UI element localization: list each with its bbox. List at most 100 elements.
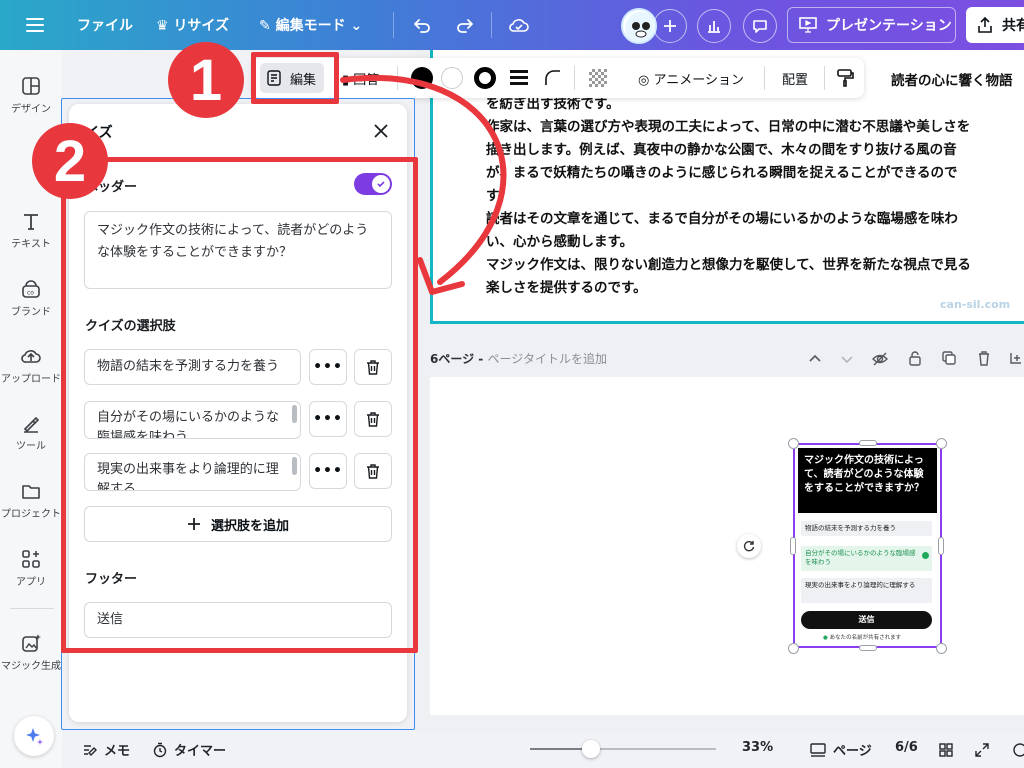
- magic-icon: [22, 634, 41, 652]
- sidebar-item-projects[interactable]: プロジェクト: [0, 480, 62, 520]
- watermark: can-sil.com: [940, 298, 1011, 311]
- resize-handle[interactable]: [790, 537, 796, 555]
- animation-button[interactable]: ◎ アニメーション: [638, 69, 744, 88]
- hide-page-icon[interactable]: [872, 351, 888, 367]
- chevron-down-icon[interactable]: [840, 352, 854, 366]
- crown-icon: ♛: [156, 18, 174, 34]
- step-1-highlight: [251, 52, 339, 104]
- quiz-preview[interactable]: マジック作文の技術によって、読者がどのような体験をすることができますか？ 物語の…: [793, 443, 942, 648]
- sidebar-item-tool[interactable]: ツール: [0, 412, 62, 452]
- resize-handle[interactable]: [936, 438, 947, 449]
- resize-handle[interactable]: [938, 537, 944, 555]
- add-page-icon[interactable]: [1008, 350, 1024, 366]
- share-button[interactable]: 共有: [966, 7, 1024, 43]
- resize-handle[interactable]: [788, 438, 799, 449]
- help-icon[interactable]: [1012, 742, 1024, 758]
- border-color-swatch[interactable]: [474, 67, 496, 89]
- page-5-text[interactable]: 読者の心に響く物語 を紡ぎ出す技術です。 作家は、言葉の選び方や表現の工夫によっ…: [486, 70, 1013, 300]
- cloud-saved-icon[interactable]: [506, 12, 532, 38]
- page-title-input[interactable]: ページタイトルを追加: [487, 352, 607, 366]
- sidebar-item-text[interactable]: テキスト: [0, 210, 62, 250]
- undo-icon[interactable]: [409, 12, 435, 38]
- color-black-swatch[interactable]: [411, 67, 433, 89]
- grid-view-icon[interactable]: [938, 742, 954, 758]
- pencil-icon: ✎: [259, 18, 276, 34]
- comment-icon: [753, 20, 767, 33]
- edit-mode-dropdown[interactable]: ✎ 編集モード ⌄: [259, 15, 362, 35]
- plus-icon: [664, 20, 676, 32]
- resize-handle[interactable]: [788, 643, 799, 654]
- quiz-preview-option[interactable]: 物語の結末を予測する力を養う: [801, 521, 932, 536]
- sidebar-item-apps[interactable]: アプリ: [0, 548, 62, 588]
- position-button[interactable]: 配置: [782, 69, 808, 88]
- sidebar-item-design[interactable]: デザイン: [0, 75, 62, 115]
- border-style-icon[interactable]: [510, 70, 528, 85]
- notes-button[interactable]: メモ: [82, 740, 130, 759]
- element-toolbar: 編集 ▮ 回答 ◎ アニメーション 配置: [252, 58, 864, 98]
- quiz-preview-submit[interactable]: 送信: [801, 611, 932, 629]
- folder-icon: [22, 485, 40, 499]
- add-collaborator-button[interactable]: [653, 9, 687, 43]
- step-2-badge: 2: [32, 123, 108, 199]
- timer-button[interactable]: タイマー: [152, 740, 226, 759]
- close-icon[interactable]: [372, 122, 390, 140]
- resize-handle[interactable]: [859, 645, 877, 651]
- top-toolbar: ファイル ♛ リサイズ ✎ 編集モード ⌄ プレゼンテーション 共有: [0, 0, 1024, 50]
- delete-page-icon[interactable]: [976, 350, 992, 366]
- quiz-preview-option-selected[interactable]: 自分がその場にいるかのような臨場感を味わう: [801, 546, 932, 571]
- present-icon: [799, 17, 817, 33]
- page-6-header: 6ページ - ページタイトルを追加: [430, 350, 1024, 372]
- avatar[interactable]: [621, 8, 657, 44]
- pages-icon: [810, 742, 826, 757]
- answer-icon: ▮: [342, 73, 354, 88]
- magic-assistant-button[interactable]: [14, 716, 54, 756]
- bar-chart-icon: [708, 21, 720, 33]
- resize-button[interactable]: ♛ リサイズ: [156, 15, 229, 35]
- fullscreen-icon[interactable]: [974, 742, 990, 758]
- apps-icon: [22, 550, 40, 568]
- check-icon: [922, 552, 929, 559]
- step-1-badge: 1: [168, 42, 244, 118]
- notes-icon: [84, 744, 97, 756]
- zoom-level[interactable]: 33%: [742, 740, 773, 755]
- page-count: 6/6: [895, 740, 918, 755]
- hamburger-menu-icon[interactable]: [24, 14, 46, 36]
- svg-text:co: co: [27, 290, 34, 297]
- redo-icon[interactable]: [452, 12, 478, 38]
- file-menu[interactable]: ファイル: [77, 15, 133, 35]
- duplicate-page-icon[interactable]: [941, 350, 957, 366]
- resize-handle[interactable]: [936, 643, 947, 654]
- quiz-preview-option[interactable]: 現実の出来事をより論理的に理解する: [801, 578, 932, 603]
- upload-icon: [21, 350, 41, 363]
- copy-style-icon[interactable]: [836, 68, 854, 88]
- timer-icon: [153, 742, 167, 757]
- sidebar-item-magic[interactable]: マジック生成: [0, 632, 62, 672]
- color-white-swatch[interactable]: [441, 67, 463, 89]
- corner-radius-icon[interactable]: [544, 69, 562, 87]
- pages-button[interactable]: ページ: [809, 740, 872, 759]
- sparkle-icon: [26, 728, 43, 745]
- tool-icon: [23, 416, 40, 433]
- quiz-preview-question: マジック作文の技術によって、読者がどのような体験をすることができますか？: [798, 448, 937, 513]
- text-icon: [24, 214, 38, 230]
- zoom-slider[interactable]: [530, 740, 716, 758]
- quiz-preview-note: ● あなたの名前が共有されます: [823, 635, 902, 641]
- design-icon: [22, 77, 40, 95]
- sidebar-item-brand[interactable]: co ブランド: [0, 278, 62, 318]
- step-2-highlight: [61, 157, 418, 653]
- chevron-down-icon: ⌄: [345, 18, 363, 34]
- zoom-slider-handle[interactable]: [582, 740, 601, 758]
- rotate-icon[interactable]: [737, 534, 761, 558]
- comment-button[interactable]: [743, 9, 777, 43]
- share-icon: [978, 16, 992, 33]
- bottom-bar: メモ タイマー 33% ページ 6/6: [62, 732, 1024, 768]
- lock-icon[interactable]: [907, 350, 923, 366]
- resize-handle[interactable]: [859, 440, 877, 446]
- answers-button[interactable]: ▮ 回答: [342, 69, 379, 88]
- chevron-up-icon[interactable]: [808, 352, 822, 366]
- presentation-button[interactable]: プレゼンテーション: [787, 7, 956, 43]
- transparency-icon[interactable]: [589, 69, 607, 87]
- insights-button[interactable]: [697, 9, 731, 43]
- animation-icon: ◎: [638, 73, 654, 88]
- sidebar-item-upload[interactable]: アップロード: [0, 345, 62, 385]
